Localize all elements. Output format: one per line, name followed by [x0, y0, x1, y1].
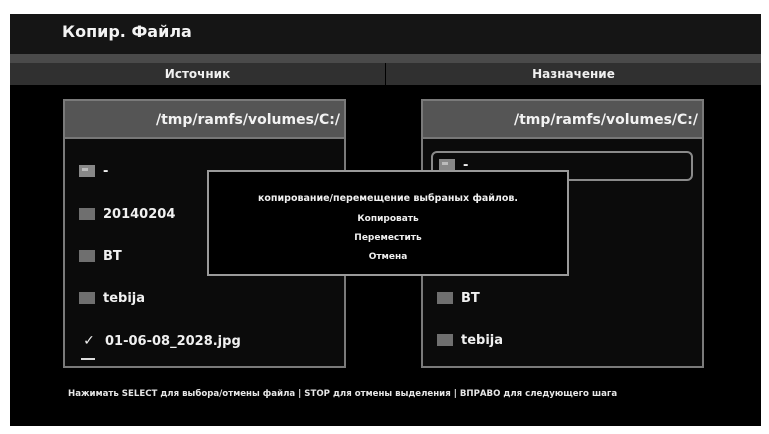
destination-item-folder[interactable]: tebija: [431, 326, 693, 356]
move-option[interactable]: Переместить: [209, 233, 567, 243]
source-path: /tmp/ramfs/volumes/C:/: [65, 101, 344, 139]
destination-column-header: Назначение: [386, 63, 761, 85]
destination-item-folder[interactable]: BT: [431, 284, 693, 314]
header-divider: [10, 54, 761, 63]
help-footer: Нажимать SELECT для выбора/отмены файла …: [68, 389, 618, 399]
page-title: Копир. Файла: [62, 22, 192, 41]
source-column-header: Источник: [10, 63, 385, 85]
list-item-label: BT: [103, 249, 122, 264]
copy-move-dialog: копирование/перемещение выбраных файлов.…: [207, 170, 569, 276]
list-item-label: tebija: [103, 291, 146, 306]
source-item-folder[interactable]: tebija: [73, 284, 335, 314]
cancel-option[interactable]: Отмена: [209, 252, 567, 262]
parent-folder-icon: [79, 164, 95, 177]
list-item-label: tebija: [461, 333, 504, 348]
title-bar: Копир. Файла: [10, 14, 761, 54]
folder-icon: [79, 207, 95, 220]
folder-icon: [437, 291, 453, 304]
list-item-label: -: [103, 164, 109, 179]
copy-option[interactable]: Копировать: [209, 214, 567, 224]
source-item-file[interactable]: ✓ 01-06-08_2028.jpg: [73, 326, 335, 360]
folder-icon: [79, 249, 95, 262]
list-item-label: 20140204: [103, 207, 176, 222]
folder-icon: [79, 291, 95, 304]
list-item-label: BT: [461, 291, 480, 306]
tv-screen: Копир. Файла Источник Назначение /tmp/ra…: [10, 14, 761, 426]
dialog-message: копирование/перемещение выбраных файлов.: [257, 193, 519, 204]
destination-path: /tmp/ramfs/volumes/C:/: [423, 101, 702, 139]
checkmark-icon: ✓: [79, 326, 99, 360]
parent-folder-icon: [439, 158, 455, 171]
folder-icon: [437, 333, 453, 346]
list-item-label: 01-06-08_2028.jpg: [105, 334, 241, 349]
